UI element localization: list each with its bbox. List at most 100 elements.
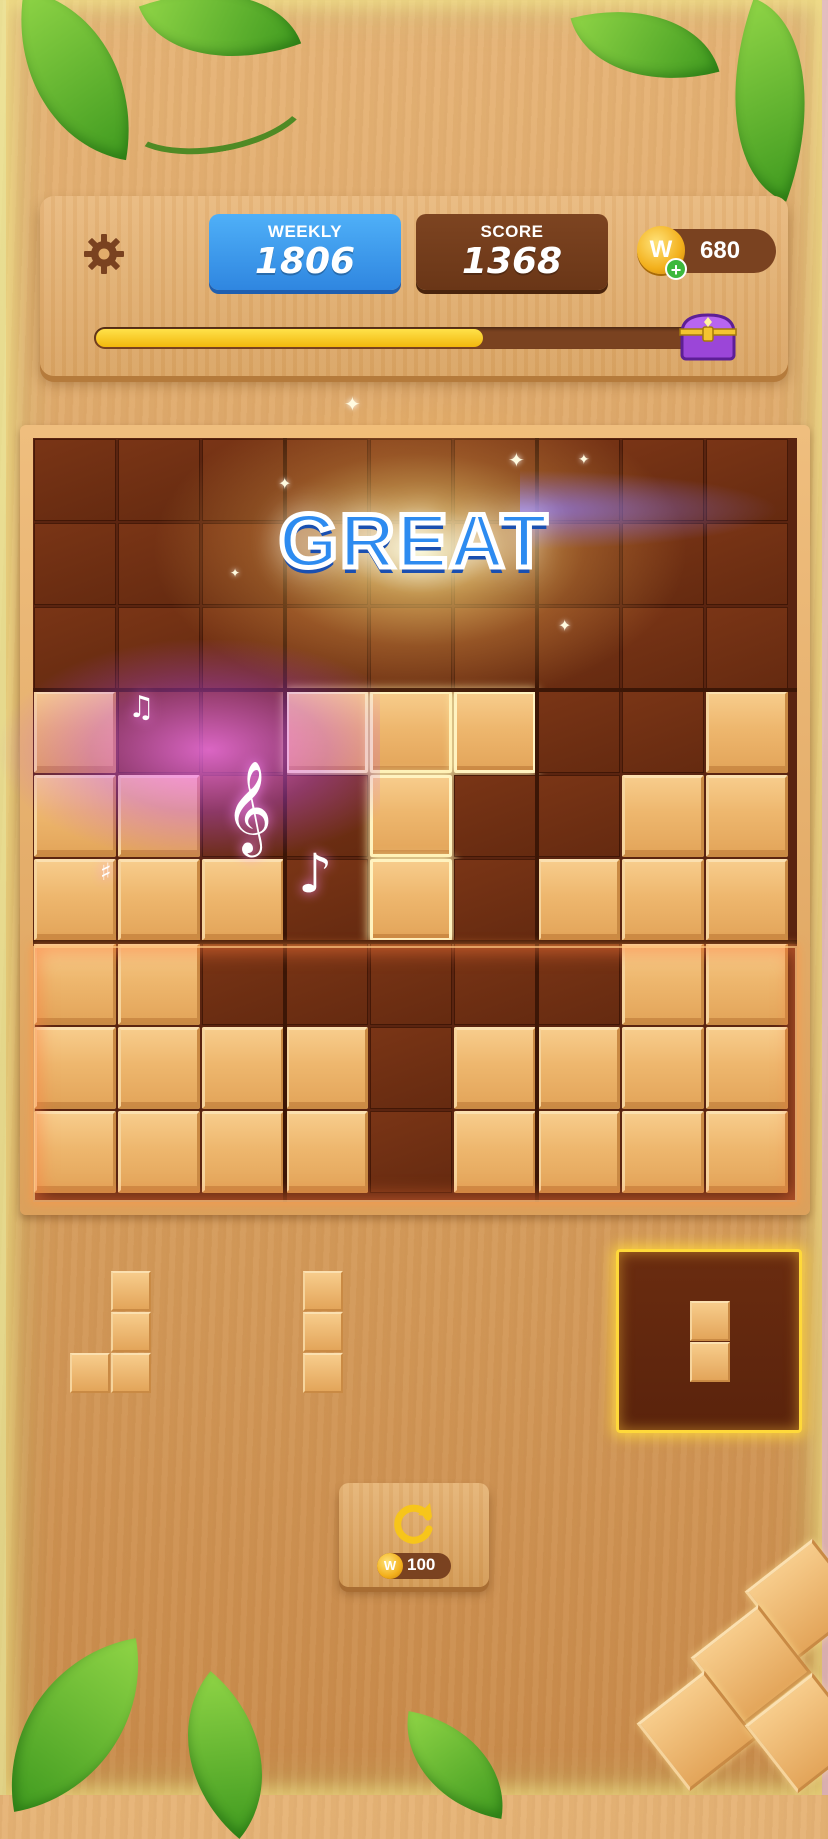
refresh-icon bbox=[394, 1503, 433, 1544]
board-cell-block[interactable] bbox=[706, 1027, 788, 1109]
board-cell-empty[interactable] bbox=[622, 607, 704, 689]
refresh-cost-value: 100 bbox=[407, 1555, 436, 1574]
score-panel: SCORE 1368 bbox=[416, 214, 608, 290]
piece-block bbox=[690, 1301, 730, 1341]
leaf-decoration bbox=[692, 0, 828, 202]
piece-block bbox=[111, 1353, 151, 1393]
board-cell-block[interactable] bbox=[538, 859, 620, 941]
board-cell-empty[interactable] bbox=[454, 607, 536, 689]
board-cell-block[interactable] bbox=[622, 775, 704, 857]
board-cell-block[interactable] bbox=[202, 859, 284, 941]
treble-clef-icon: 𝄞 bbox=[225, 760, 273, 853]
board-cell-empty[interactable] bbox=[706, 607, 788, 689]
tray-piece-i2[interactable] bbox=[690, 1301, 731, 1383]
piece-block bbox=[303, 1271, 343, 1311]
board-cell-block[interactable] bbox=[622, 1111, 704, 1193]
board-cell-block[interactable] bbox=[370, 775, 452, 857]
progress-bar bbox=[94, 327, 694, 349]
board-cell-empty[interactable] bbox=[118, 607, 200, 689]
piece-block bbox=[70, 1353, 110, 1393]
board-cell-empty[interactable] bbox=[370, 1027, 452, 1109]
music-note-icon: ♫ bbox=[128, 690, 155, 725]
weekly-score-panel[interactable]: WEEKLY 1806 bbox=[209, 214, 401, 290]
board-cell-block[interactable] bbox=[622, 943, 704, 1025]
sparkle-icon: ✦ bbox=[230, 566, 241, 580]
board-cell-empty[interactable] bbox=[370, 607, 452, 689]
sparkle-icon: ✦ bbox=[578, 452, 590, 468]
board-cell-empty[interactable] bbox=[286, 943, 368, 1025]
board-cell-block[interactable] bbox=[118, 775, 200, 857]
progress-fill bbox=[96, 329, 483, 347]
board-cell-block[interactable] bbox=[706, 775, 788, 857]
weekly-label: WEEKLY bbox=[267, 222, 343, 241]
board-cell-empty[interactable] bbox=[538, 607, 620, 689]
plus-icon[interactable]: + bbox=[665, 258, 687, 280]
board-cell-block[interactable] bbox=[454, 1111, 536, 1193]
sparkle-icon: ✦ bbox=[508, 448, 525, 472]
board-cell-block[interactable] bbox=[370, 691, 452, 773]
board-cell-empty[interactable] bbox=[454, 775, 536, 857]
piece-block bbox=[111, 1271, 151, 1311]
board-cell-block[interactable] bbox=[118, 1027, 200, 1109]
board-cell-block[interactable] bbox=[454, 691, 536, 773]
music-note-icon: ♯ bbox=[100, 858, 112, 886]
tray-piece-i3[interactable] bbox=[303, 1271, 344, 1395]
board-cell-block[interactable] bbox=[706, 943, 788, 1025]
coin-icon: W bbox=[377, 1553, 403, 1579]
board-cell-block[interactable] bbox=[706, 1111, 788, 1193]
piece-block bbox=[303, 1312, 343, 1352]
leaf-decoration bbox=[570, 0, 720, 106]
board-cell-block[interactable] bbox=[622, 859, 704, 941]
sparkle-icon: ✦ bbox=[278, 474, 292, 493]
board-cell-empty[interactable] bbox=[202, 607, 284, 689]
board-cell-block[interactable] bbox=[34, 1027, 116, 1109]
score-value: 1368 bbox=[461, 241, 563, 282]
combo-banner: GREAT bbox=[276, 497, 550, 587]
board-cell-block[interactable] bbox=[706, 859, 788, 941]
board-cell-empty[interactable] bbox=[538, 775, 620, 857]
board-cell-block[interactable] bbox=[118, 943, 200, 1025]
board-cell-block[interactable] bbox=[538, 1027, 620, 1109]
board-cell-empty[interactable] bbox=[370, 1111, 452, 1193]
sparkle-icon: ✦ bbox=[558, 616, 572, 635]
board-cell-empty[interactable] bbox=[538, 943, 620, 1025]
music-note-icon: ♪ bbox=[298, 842, 333, 905]
board-cell-empty[interactable] bbox=[454, 943, 536, 1025]
board-cell-block[interactable] bbox=[622, 1027, 704, 1109]
piece-block bbox=[690, 1342, 730, 1382]
board-cell-empty[interactable] bbox=[34, 607, 116, 689]
piece-block bbox=[303, 1353, 343, 1393]
weekly-value: 1806 bbox=[254, 241, 356, 282]
board-cell-block[interactable] bbox=[202, 1027, 284, 1109]
board-cell-empty[interactable] bbox=[202, 943, 284, 1025]
board-cell-block[interactable] bbox=[34, 775, 116, 857]
board-cell-block[interactable] bbox=[34, 1111, 116, 1193]
treasure-chest-icon[interactable] bbox=[676, 309, 740, 363]
board-cell-block[interactable] bbox=[118, 859, 200, 941]
board-cell-block[interactable] bbox=[118, 1111, 200, 1193]
piece-block bbox=[111, 1312, 151, 1352]
board-cell-block[interactable] bbox=[286, 1027, 368, 1109]
board-cell-block[interactable] bbox=[706, 691, 788, 773]
board-cell-block[interactable] bbox=[202, 1111, 284, 1193]
board-cell-empty[interactable] bbox=[370, 943, 452, 1025]
board-cell-empty[interactable] bbox=[622, 691, 704, 773]
leaf-decoration bbox=[139, 1671, 311, 1839]
board-cell-block[interactable] bbox=[454, 1027, 536, 1109]
board-cell-block[interactable] bbox=[370, 859, 452, 941]
board-cell-block[interactable] bbox=[538, 1111, 620, 1193]
board-divider bbox=[33, 940, 797, 944]
board-cell-empty[interactable] bbox=[454, 859, 536, 941]
board-cell-empty[interactable] bbox=[286, 607, 368, 689]
board-cell-block[interactable] bbox=[286, 691, 368, 773]
coin-balance-value: 680 bbox=[700, 237, 741, 264]
board-cell-block[interactable] bbox=[34, 691, 116, 773]
leaf-decoration bbox=[393, 1711, 517, 1819]
sparkle-icon: ✦ bbox=[344, 392, 361, 416]
leaf-decoration bbox=[0, 1638, 162, 1812]
board-cell-empty[interactable] bbox=[538, 691, 620, 773]
tray-piece-j[interactable] bbox=[70, 1271, 152, 1395]
board-cell-block[interactable] bbox=[34, 943, 116, 1025]
gear-icon[interactable] bbox=[82, 232, 126, 276]
board-cell-block[interactable] bbox=[286, 1111, 368, 1193]
